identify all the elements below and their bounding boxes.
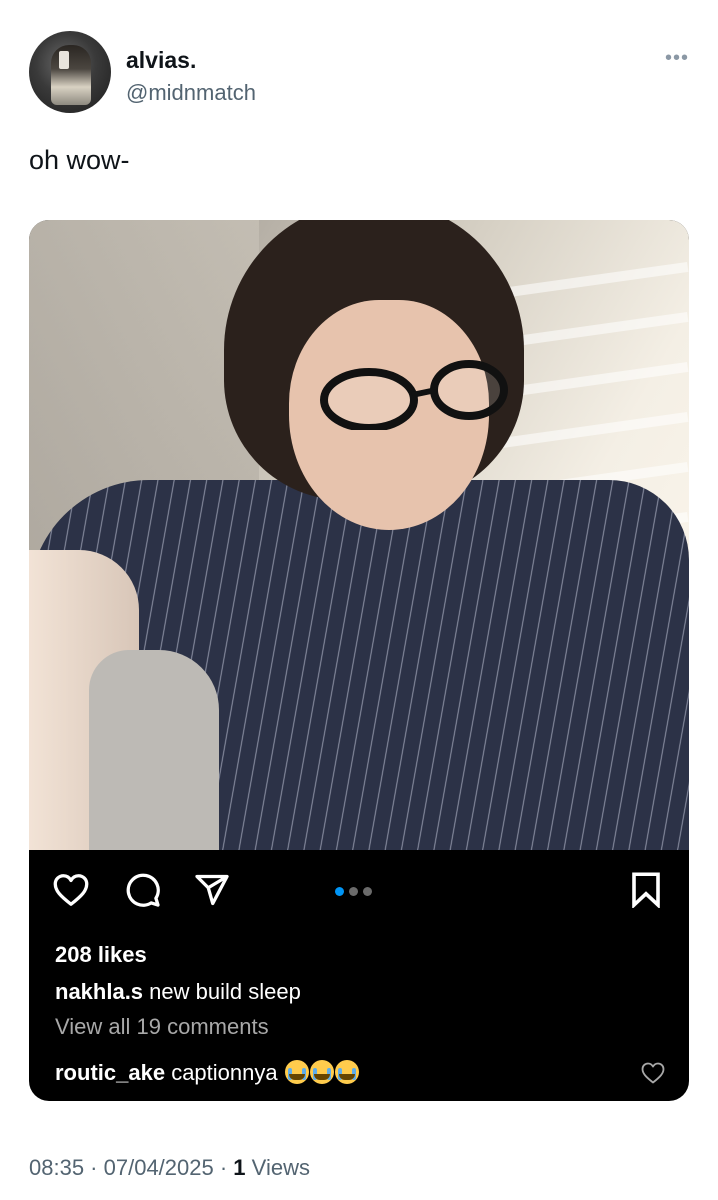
- photo-glasses: [320, 360, 508, 430]
- carousel-dot: [363, 887, 372, 896]
- carousel-dot-active: [335, 887, 344, 896]
- attached-image[interactable]: 208 likes nakhla.s new build sleep View …: [29, 220, 689, 1101]
- like-count: 208 likes: [55, 942, 147, 967]
- avatar-phone: [59, 51, 69, 69]
- post-caption: nakhla.s new build sleep: [55, 979, 301, 1005]
- comment-text: captionnya: [171, 1060, 278, 1085]
- author-name[interactable]: alvias.: [126, 47, 196, 74]
- caption-username: nakhla.s: [55, 979, 144, 1004]
- views-label: Views: [251, 1155, 310, 1180]
- tweet-text: oh wow-: [29, 145, 130, 175]
- tweet-time[interactable]: 08:35: [29, 1155, 84, 1180]
- meta-separator: ·: [84, 1155, 104, 1180]
- heart-icon[interactable]: [51, 870, 91, 910]
- photo-sleeve: [89, 650, 219, 850]
- avatar[interactable]: [29, 31, 111, 113]
- crying-face-icon: [334, 1060, 359, 1084]
- bookmark-icon[interactable]: [626, 870, 666, 910]
- tweet-header: alvias. @midnmatch •••: [29, 31, 689, 113]
- comment-heart-icon: [641, 1062, 665, 1086]
- comment-icon[interactable]: [123, 870, 163, 910]
- views-count: 1: [233, 1155, 246, 1180]
- avatar-figure: [51, 45, 91, 105]
- carousel-dot: [349, 887, 358, 896]
- author-handle[interactable]: @midnmatch: [126, 80, 256, 106]
- meta-separator: ·: [213, 1155, 234, 1180]
- ellipsis-icon[interactable]: •••: [665, 48, 689, 68]
- view-all-comments-link: View all 19 comments: [55, 1014, 269, 1039]
- carousel-dots: [335, 887, 372, 896]
- caption-text: new build sleep: [149, 979, 301, 1004]
- comment-row: routic_ake captionnya: [55, 1060, 359, 1086]
- post-photo: [29, 220, 689, 850]
- tweet-date[interactable]: 07/04/2025: [104, 1155, 214, 1180]
- share-icon[interactable]: [192, 870, 232, 910]
- post-actions: [29, 850, 689, 930]
- crying-face-icon: [309, 1060, 334, 1084]
- crying-face-icon: [284, 1060, 309, 1084]
- comment-username: routic_ake: [55, 1060, 166, 1085]
- tweet-meta: 08:35 · 07/04/2025 · 1 Views: [29, 1155, 310, 1181]
